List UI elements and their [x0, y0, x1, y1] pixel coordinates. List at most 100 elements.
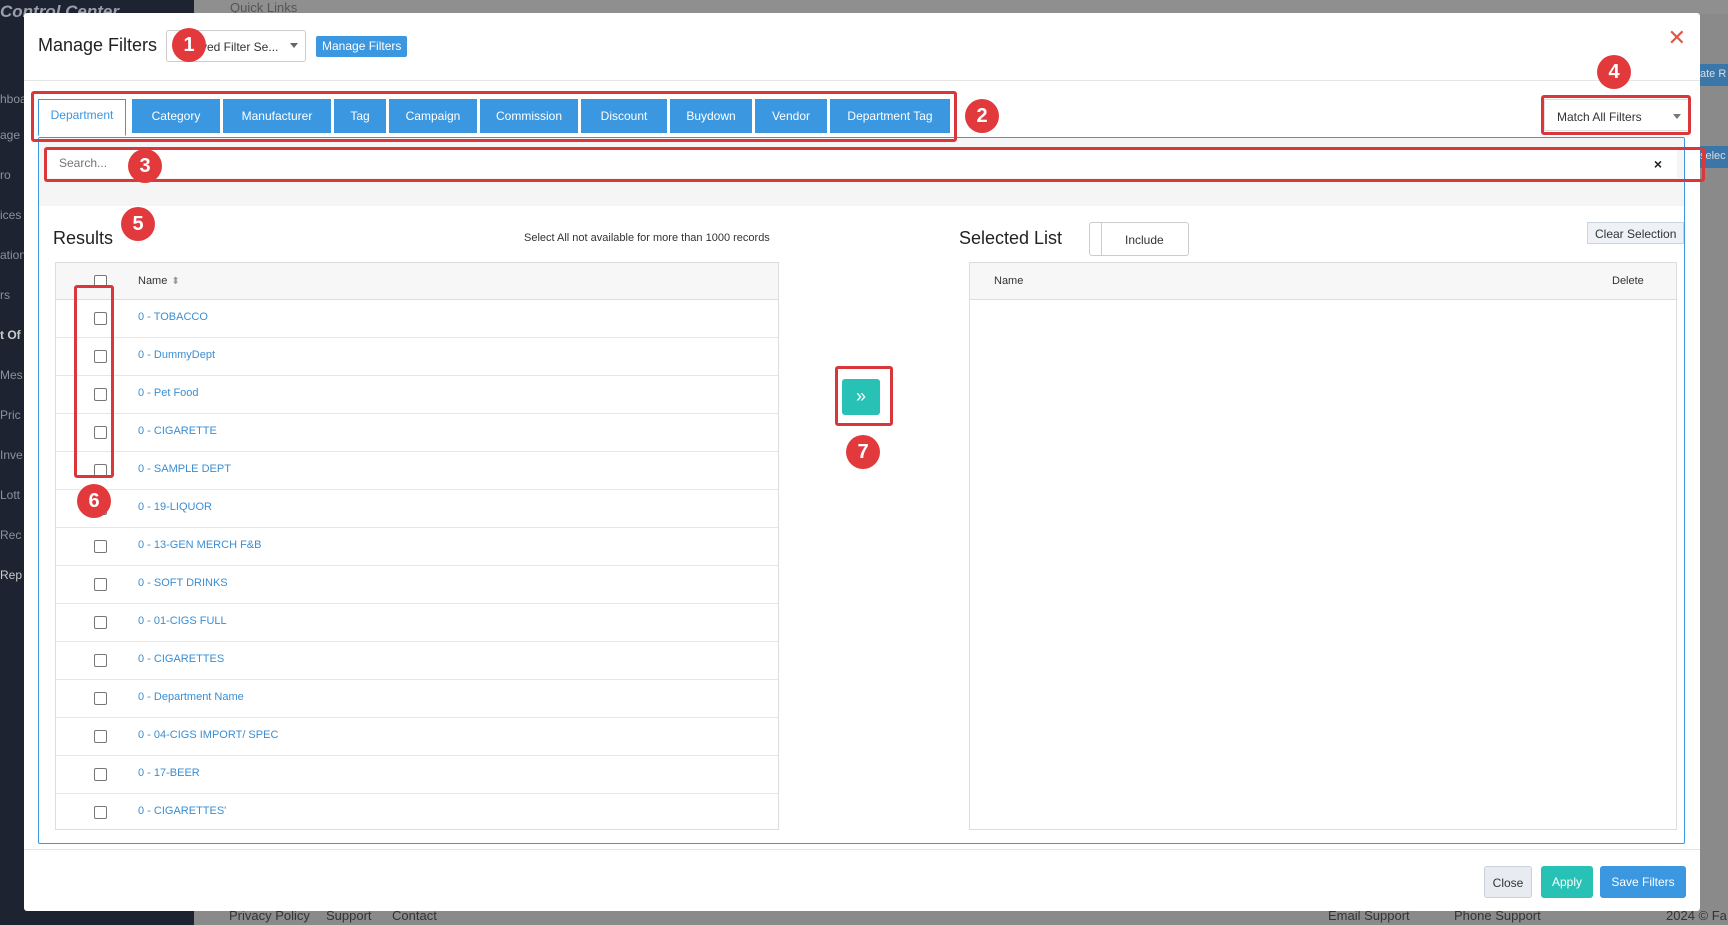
- row-name-link[interactable]: 0 - 13-GEN MERCH F&B: [138, 539, 261, 551]
- select-all-checkbox[interactable]: [94, 275, 107, 288]
- apply-button[interactable]: Apply: [1541, 866, 1593, 898]
- tab-vendor[interactable]: Vendor: [755, 99, 827, 133]
- table-row: 0 - 17-BEER: [56, 756, 778, 794]
- table-row: 0 - SOFT DRINKS: [56, 566, 778, 604]
- background-sidebar-item: ro: [0, 168, 11, 182]
- table-row: 0 - 01-CIGS FULL: [56, 604, 778, 642]
- row-name-link[interactable]: 0 - 01-CIGS FULL: [138, 615, 227, 627]
- row-checkbox[interactable]: [94, 730, 107, 743]
- tab-category[interactable]: Category: [132, 99, 220, 133]
- background-sidebar-item: t Of: [0, 328, 21, 342]
- tab-tag[interactable]: Tag: [334, 99, 386, 133]
- background-topbar: [194, 0, 1728, 14]
- include-toggle-label: Include: [1125, 233, 1164, 247]
- annotation-badge: 7: [846, 435, 880, 469]
- row-checkbox[interactable]: [94, 578, 107, 591]
- row-checkbox[interactable]: [94, 312, 107, 325]
- row-name-link[interactable]: 0 - DummyDept: [138, 349, 215, 361]
- tab-campaign[interactable]: Campaign: [389, 99, 477, 133]
- row-checkbox[interactable]: [94, 616, 107, 629]
- search-row: ×: [39, 138, 1684, 206]
- row-checkbox[interactable]: [94, 806, 107, 819]
- row-checkbox[interactable]: [94, 426, 107, 439]
- row-checkbox[interactable]: [94, 692, 107, 705]
- annotation-badge: 5: [121, 207, 155, 241]
- row-name-link[interactable]: 0 - SAMPLE DEPT: [138, 463, 231, 475]
- tab-manufacturer[interactable]: Manufacturer: [223, 99, 331, 133]
- row-checkbox[interactable]: [94, 540, 107, 553]
- modal-title: Manage Filters: [38, 35, 158, 55]
- background-sidebar-item: Rec: [0, 528, 22, 542]
- table-row: 0 - SAMPLE DEPT: [56, 452, 778, 490]
- annotation-badge: 3: [128, 149, 162, 183]
- background-sidebar-item: ices: [0, 208, 22, 222]
- table-row: 0 - 19-LIQUOR: [56, 490, 778, 528]
- annotation-badge: 2: [965, 99, 999, 133]
- row-name-link[interactable]: 0 - Department Name: [138, 691, 244, 703]
- close-button[interactable]: Close: [1484, 866, 1532, 898]
- clear-selection-button[interactable]: Clear Selection: [1587, 222, 1685, 244]
- selected-list-table: Name Delete: [969, 262, 1677, 830]
- table-row: 0 - 04-CIGS IMPORT/ SPEC: [56, 718, 778, 756]
- row-name-link[interactable]: 0 - SOFT DRINKS: [138, 577, 228, 589]
- move-to-selected-button[interactable]: »: [842, 379, 880, 415]
- saved-filter-select-value: ved Filter Se...: [201, 40, 279, 54]
- row-checkbox[interactable]: [94, 350, 107, 363]
- row-name-link[interactable]: 0 - 19-LIQUOR: [138, 501, 212, 513]
- annotation-badge: 6: [77, 484, 111, 518]
- row-name-link[interactable]: 0 - CIGARETTE: [138, 425, 217, 437]
- table-row: 0 - Department Name: [56, 680, 778, 718]
- row-name-link[interactable]: 0 - Pet Food: [138, 387, 199, 399]
- name-column-label: Name: [138, 275, 168, 287]
- clear-search-icon[interactable]: ×: [1654, 156, 1662, 172]
- background-sidebar-item: Rep: [0, 568, 23, 582]
- tab-department-tag[interactable]: Department Tag: [830, 99, 950, 133]
- annotation-badge: 4: [1597, 55, 1631, 89]
- search-input[interactable]: [47, 148, 1677, 178]
- background-sidebar-item: ation: [0, 248, 27, 262]
- modal-header: Manage Filters ved Filter Se... Manage F…: [24, 13, 1700, 81]
- annotation-badge: 1: [172, 28, 206, 62]
- row-checkbox[interactable]: [94, 768, 107, 781]
- tab-commission[interactable]: Commission: [480, 99, 578, 133]
- results-title: Results: [53, 228, 114, 248]
- tab-discount[interactable]: Discount: [581, 99, 667, 133]
- toggle-knob: [1090, 223, 1102, 255]
- background-sidebar-item: Inve: [0, 448, 23, 462]
- background-right-button: ate R: [1698, 64, 1728, 86]
- row-name-link[interactable]: 0 - 17-BEER: [138, 767, 200, 779]
- match-filters-select[interactable]: Match All Filters: [1544, 99, 1690, 131]
- caret-down-icon: [290, 43, 298, 48]
- close-icon[interactable]: ✕: [1668, 27, 1686, 49]
- tab-department[interactable]: Department: [38, 99, 126, 136]
- table-row: 0 - CIGARETTES': [56, 794, 778, 829]
- background-sidebar-item: Pric: [0, 408, 21, 422]
- background-sidebar-item: age: [0, 128, 21, 142]
- row-checkbox[interactable]: [94, 388, 107, 401]
- table-row: 0 - TOBACCO: [56, 300, 778, 338]
- selected-delete-column-header: Delete: [1612, 275, 1644, 287]
- row-name-link[interactable]: 0 - CIGARETTES': [138, 805, 226, 817]
- save-filters-button[interactable]: Save Filters: [1600, 866, 1686, 898]
- caret-down-icon: [1673, 114, 1681, 119]
- row-checkbox[interactable]: [94, 654, 107, 667]
- manage-filters-button[interactable]: Manage Filters: [316, 36, 408, 57]
- match-filters-value: Match All Filters: [1557, 110, 1642, 124]
- row-name-link[interactable]: 0 - 04-CIGS IMPORT/ SPEC: [138, 729, 278, 741]
- background-right-button: selec: [1698, 146, 1728, 168]
- table-row: 0 - DummyDept: [56, 338, 778, 376]
- modal-footer: Close Apply Save Filters: [24, 849, 1700, 911]
- row-name-link[interactable]: 0 - CIGARETTES: [138, 653, 224, 665]
- background-sidebar-item: hboa: [0, 92, 27, 106]
- row-checkbox[interactable]: [94, 464, 107, 477]
- background-sidebar-item: Lott: [0, 488, 21, 502]
- results-table: Name ⬍ 0 - TOBACCO 0 - DummyDept 0 - Pet …: [55, 262, 779, 830]
- include-toggle[interactable]: Include: [1089, 222, 1189, 256]
- background-sidebar-item: rs: [0, 288, 10, 302]
- row-name-link[interactable]: 0 - TOBACCO: [138, 311, 208, 323]
- table-row: 0 - CIGARETTES: [56, 642, 778, 680]
- results-table-header: Name ⬍: [56, 263, 778, 300]
- select-all-note: Select All not available for more than 1…: [524, 232, 770, 244]
- name-column-header[interactable]: Name ⬍: [138, 275, 180, 287]
- tab-buydown[interactable]: Buydown: [670, 99, 752, 133]
